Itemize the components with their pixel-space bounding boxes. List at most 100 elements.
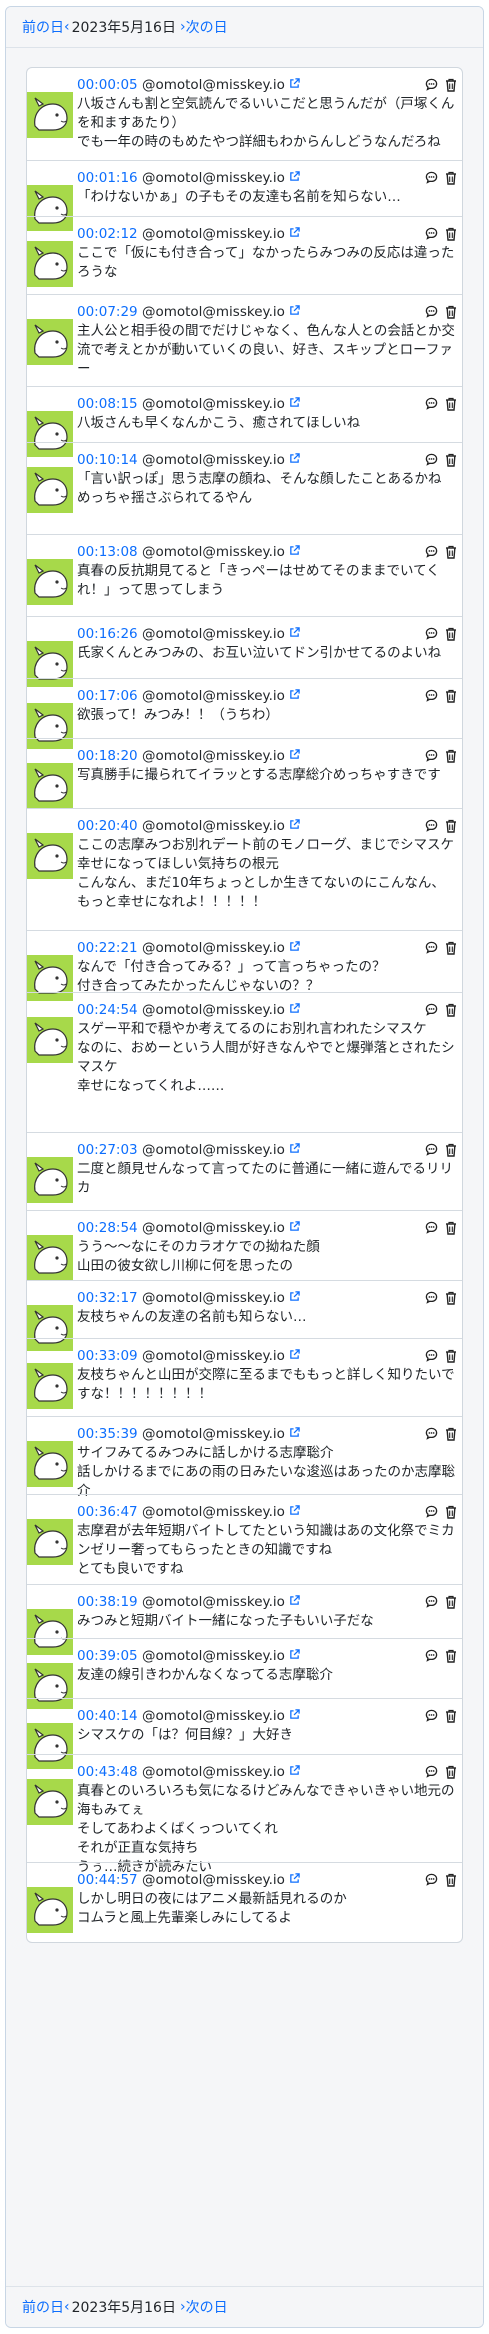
trash-icon[interactable] [443, 451, 458, 468]
chat-bubble-icon[interactable] [424, 1347, 439, 1364]
chat-bubble-icon[interactable] [424, 687, 439, 704]
prev-day-link[interactable]: 前の日 [22, 17, 64, 37]
external-link-icon[interactable] [289, 749, 300, 764]
post-time-link[interactable]: 00:24:54 [77, 1002, 138, 1018]
prev-day-link[interactable]: 前の日 [22, 2297, 64, 2317]
post-time-link[interactable]: 00:33:09 [77, 1348, 138, 1364]
trash-icon[interactable] [443, 395, 458, 412]
next-day-link[interactable]: 次の日 [186, 17, 228, 37]
trash-icon[interactable] [443, 169, 458, 186]
chat-bubble-icon[interactable] [424, 169, 439, 186]
trash-icon[interactable] [443, 1707, 458, 1724]
avatar[interactable] [27, 833, 73, 879]
chat-bubble-icon[interactable] [424, 817, 439, 834]
post-time-link[interactable]: 00:32:17 [77, 1290, 138, 1306]
post-time-link[interactable]: 00:18:20 [77, 748, 138, 764]
chat-bubble-icon[interactable] [424, 1141, 439, 1158]
post-time-link[interactable]: 00:27:03 [77, 1142, 138, 1158]
avatar[interactable] [27, 1157, 73, 1203]
trash-icon[interactable] [443, 939, 458, 956]
post-time-link[interactable]: 00:16:26 [77, 626, 138, 642]
external-link-icon[interactable] [289, 545, 300, 560]
post-time-link[interactable]: 00:35:39 [77, 1426, 138, 1442]
trash-icon[interactable] [443, 76, 458, 93]
chat-bubble-icon[interactable] [424, 1763, 439, 1780]
external-link-icon[interactable] [289, 1649, 300, 1664]
avatar[interactable] [27, 763, 73, 809]
chat-bubble-icon[interactable] [424, 1647, 439, 1664]
avatar[interactable] [27, 1441, 73, 1487]
post-time-link[interactable]: 00:08:15 [77, 396, 138, 412]
trash-icon[interactable] [443, 1503, 458, 1520]
chat-bubble-icon[interactable] [424, 939, 439, 956]
chat-bubble-icon[interactable] [424, 1503, 439, 1520]
external-link-icon[interactable] [289, 1349, 300, 1364]
external-link-icon[interactable] [289, 171, 300, 186]
avatar[interactable] [27, 1017, 73, 1063]
chat-bubble-icon[interactable] [424, 395, 439, 412]
post-time-link[interactable]: 00:02:12 [77, 226, 138, 242]
trash-icon[interactable] [443, 1647, 458, 1664]
chat-bubble-icon[interactable] [424, 1289, 439, 1306]
trash-icon[interactable] [443, 1219, 458, 1236]
chat-bubble-icon[interactable] [424, 1219, 439, 1236]
next-day-link[interactable]: 次の日 [186, 2297, 228, 2317]
chat-bubble-icon[interactable] [424, 747, 439, 764]
trash-icon[interactable] [443, 1347, 458, 1364]
external-link-icon[interactable] [289, 1505, 300, 1520]
chat-bubble-icon[interactable] [424, 625, 439, 642]
external-link-icon[interactable] [289, 453, 300, 468]
chat-bubble-icon[interactable] [424, 543, 439, 560]
avatar[interactable] [27, 319, 73, 365]
post-time-link[interactable]: 00:44:57 [77, 1872, 138, 1888]
post-time-link[interactable]: 00:07:29 [77, 304, 138, 320]
trash-icon[interactable] [443, 1289, 458, 1306]
avatar[interactable] [27, 1779, 73, 1825]
avatar[interactable] [27, 559, 73, 605]
trash-icon[interactable] [443, 1593, 458, 1610]
external-link-icon[interactable] [289, 1873, 300, 1888]
chat-bubble-icon[interactable] [424, 225, 439, 242]
avatar[interactable] [27, 92, 73, 138]
trash-icon[interactable] [443, 817, 458, 834]
post-time-link[interactable]: 00:10:14 [77, 452, 138, 468]
external-link-icon[interactable] [289, 689, 300, 704]
trash-icon[interactable] [443, 225, 458, 242]
external-link-icon[interactable] [289, 627, 300, 642]
post-time-link[interactable]: 00:17:06 [77, 688, 138, 704]
post-time-link[interactable]: 00:28:54 [77, 1220, 138, 1236]
external-link-icon[interactable] [289, 227, 300, 242]
external-link-icon[interactable] [289, 305, 300, 320]
external-link-icon[interactable] [289, 1427, 300, 1442]
trash-icon[interactable] [443, 625, 458, 642]
chat-bubble-icon[interactable] [424, 1707, 439, 1724]
chat-bubble-icon[interactable] [424, 303, 439, 320]
external-link-icon[interactable] [289, 1291, 300, 1306]
trash-icon[interactable] [443, 303, 458, 320]
external-link-icon[interactable] [289, 1595, 300, 1610]
avatar[interactable] [27, 1887, 73, 1933]
post-time-link[interactable]: 00:13:08 [77, 544, 138, 560]
trash-icon[interactable] [443, 687, 458, 704]
external-link-icon[interactable] [289, 1143, 300, 1158]
external-link-icon[interactable] [289, 941, 300, 956]
trash-icon[interactable] [443, 747, 458, 764]
trash-icon[interactable] [443, 1425, 458, 1442]
trash-icon[interactable] [443, 1763, 458, 1780]
trash-icon[interactable] [443, 1001, 458, 1018]
external-link-icon[interactable] [289, 78, 300, 93]
post-time-link[interactable]: 00:36:47 [77, 1504, 138, 1520]
avatar[interactable] [27, 241, 73, 287]
chat-bubble-icon[interactable] [424, 1593, 439, 1610]
avatar[interactable] [27, 1235, 73, 1281]
external-link-icon[interactable] [289, 397, 300, 412]
chat-bubble-icon[interactable] [424, 76, 439, 93]
post-time-link[interactable]: 00:01:16 [77, 170, 138, 186]
post-time-link[interactable]: 00:20:40 [77, 818, 138, 834]
chat-bubble-icon[interactable] [424, 1871, 439, 1888]
chat-bubble-icon[interactable] [424, 1001, 439, 1018]
post-time-link[interactable]: 00:38:19 [77, 1594, 138, 1610]
avatar[interactable] [27, 1363, 73, 1409]
external-link-icon[interactable] [289, 1221, 300, 1236]
external-link-icon[interactable] [289, 1765, 300, 1780]
